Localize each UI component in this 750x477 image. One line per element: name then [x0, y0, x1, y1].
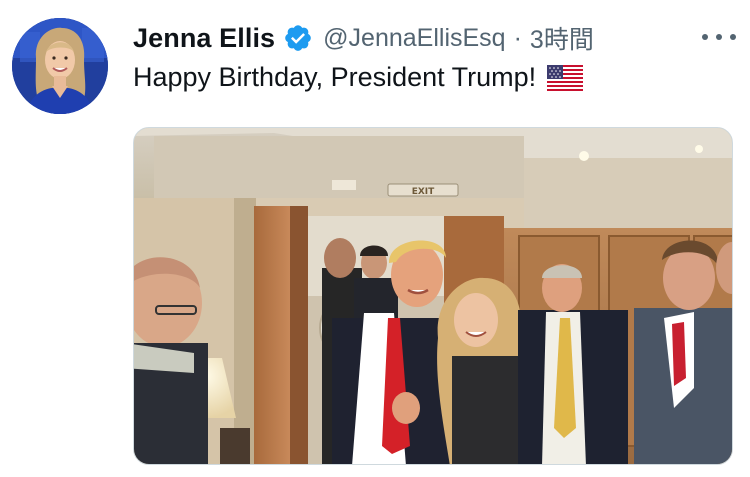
author-avatar[interactable]	[12, 18, 108, 114]
us-flag-icon	[547, 64, 584, 91]
more-dot	[702, 34, 708, 40]
more-options-icon[interactable]	[702, 22, 736, 52]
photo-image: EXIT	[134, 128, 732, 464]
author-handle[interactable]: @JennaEllisEsq	[323, 24, 505, 53]
tweet-timestamp[interactable]: 3時間	[530, 20, 594, 56]
more-dot	[716, 34, 722, 40]
header-separator: ·	[513, 23, 522, 52]
tweet-photo[interactable]: EXIT	[133, 127, 733, 465]
tweet-text: Happy Birthday, President Trump!	[133, 62, 584, 93]
verified-badge-icon	[283, 23, 313, 53]
exit-sign-light	[332, 180, 356, 190]
tweet-text-content: Happy Birthday, President Trump!	[133, 62, 537, 92]
exit-sign-label: EXIT	[412, 187, 435, 197]
avatar-image	[12, 18, 108, 114]
more-dot	[730, 34, 736, 40]
tweet: Jenna Ellis @JennaEllisEsq · 3時間 Happy B…	[0, 0, 750, 477]
author-name[interactable]: Jenna Ellis	[133, 23, 275, 54]
tweet-header: Jenna Ellis @JennaEllisEsq · 3時間	[133, 18, 738, 58]
